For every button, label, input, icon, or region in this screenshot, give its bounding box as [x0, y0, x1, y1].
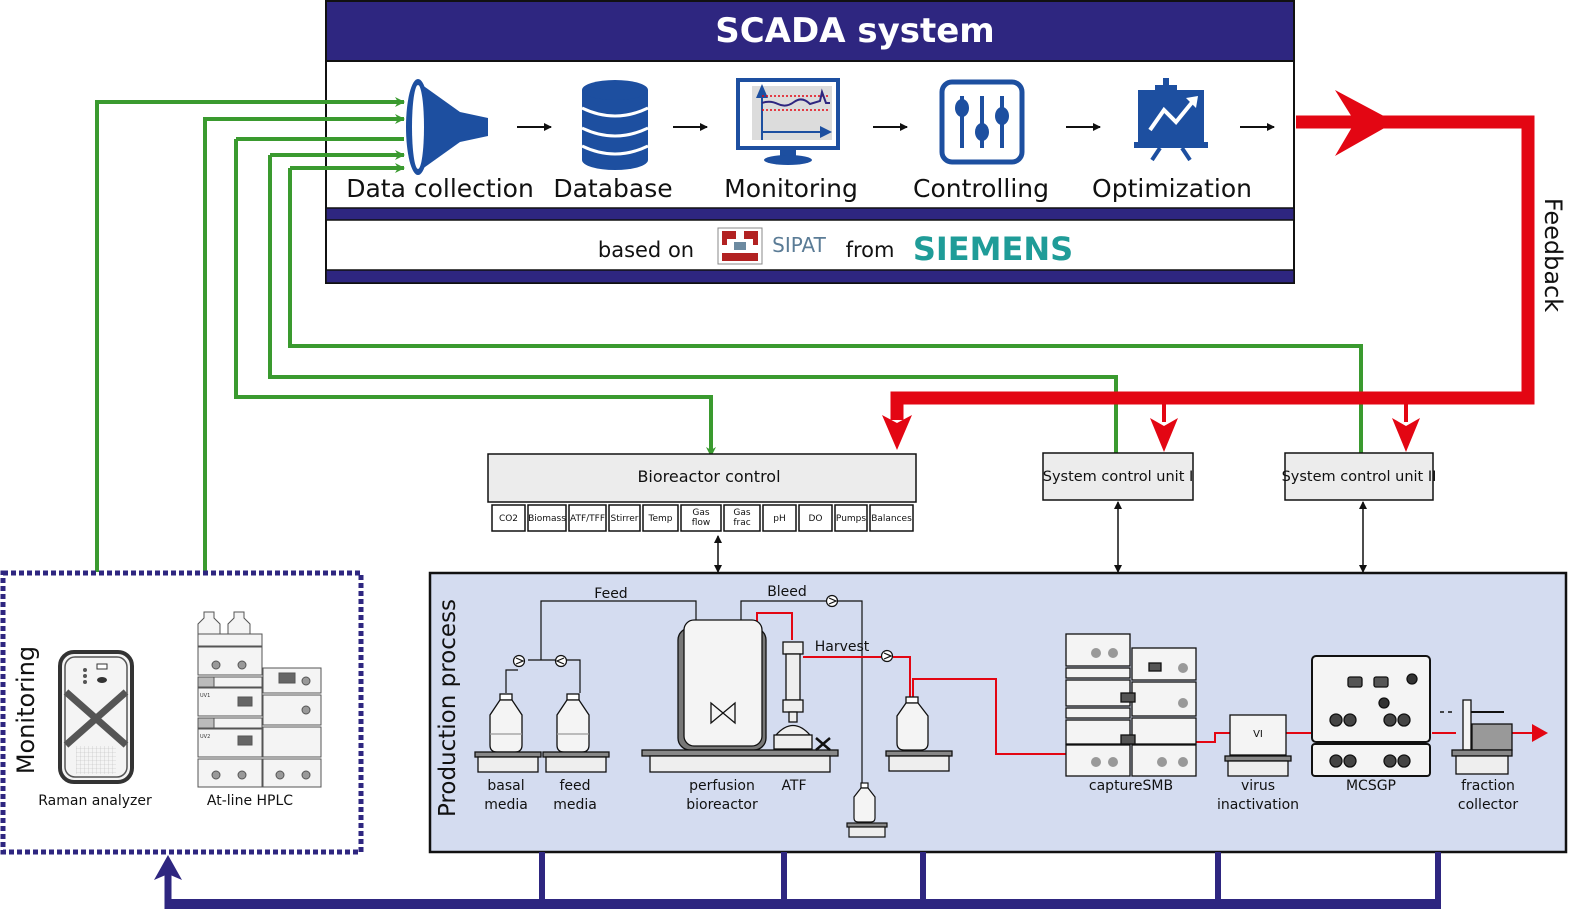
channel-label: Balances: [871, 514, 912, 524]
vi-label-1: virus: [1241, 778, 1275, 794]
basal-label-2: media: [484, 797, 528, 813]
fraction-label-1: fraction: [1461, 778, 1515, 794]
channel-label: Gas: [692, 508, 709, 518]
scada-footer-bar: [325, 269, 1295, 284]
hplc-uv1-label: UV1: [200, 693, 210, 699]
vi-box-label: VI: [1253, 729, 1263, 740]
channel-label: CO2: [499, 514, 518, 524]
channel-box[interactable]: ATF/TFF: [568, 504, 607, 532]
channel-label: ATF/TFF: [570, 514, 605, 524]
virus-inactivation-icon: VI: [1224, 714, 1292, 777]
channel-box[interactable]: Stirrer: [608, 504, 641, 532]
atf-label: ATF: [781, 778, 806, 794]
scada-title: SCADA system: [715, 11, 995, 51]
channel-box[interactable]: Pumps: [834, 504, 868, 532]
monitoring-title: Monitoring: [12, 646, 40, 774]
raman-analyzer-icon: [58, 650, 134, 784]
system-control-unit-1[interactable]: System control unit I: [1042, 452, 1194, 501]
mcsgp-label: MCSGP: [1346, 778, 1396, 794]
bioreactor-label-2: bioreactor: [686, 797, 758, 813]
step-label-optimization: Optimization: [1092, 174, 1252, 203]
production-process-panel: Production process Feed Bleed Harvest ba…: [428, 571, 1568, 854]
feed-media-label-2: media: [553, 797, 597, 813]
sipat-label: SIPAT: [772, 233, 827, 257]
channel-label: frac: [733, 518, 750, 528]
channel-box[interactable]: Balances: [869, 504, 914, 532]
bleed-label: Bleed: [767, 584, 807, 600]
siemens-label: SIEMENS: [913, 230, 1073, 268]
channel-box[interactable]: Gasflow: [680, 504, 722, 532]
scada-panel: SCADA system Data collection Database Mo…: [325, 0, 1295, 284]
channel-label: Biomass: [528, 514, 566, 524]
harvest-label: Harvest: [815, 639, 870, 655]
capture-smb-label: captureSMB: [1089, 778, 1173, 794]
step-label-data-collection: Data collection: [346, 174, 534, 203]
channel-label: flow: [692, 518, 711, 528]
process-diagram: SCADA system Data collection Database Mo…: [0, 0, 1568, 909]
fraction-label-2: collector: [1458, 797, 1518, 813]
step-label-database: Database: [553, 174, 672, 203]
channel-box[interactable]: pH: [762, 504, 797, 532]
step-label-monitoring: Monitoring: [724, 174, 858, 203]
feed-media-label-1: feed: [559, 778, 590, 794]
production-process-title: Production process: [435, 599, 461, 817]
channel-label: Gas: [733, 508, 750, 518]
channel-label: Stirrer: [610, 514, 638, 524]
channel-label: Pumps: [836, 514, 866, 524]
feed-label: Feed: [594, 586, 627, 602]
raman-label: Raman analyzer: [38, 793, 152, 809]
hplc-label: At-line HPLC: [207, 793, 293, 809]
channel-label: Temp: [648, 514, 673, 524]
channel-box[interactable]: Gasfrac: [723, 504, 761, 532]
sliders-icon: [939, 79, 1025, 165]
mcsgp-icon: [1311, 655, 1431, 777]
bioreactor-control-title: Bioreactor control: [637, 467, 780, 486]
bioreactor-label-1: perfusion: [689, 778, 755, 794]
channel-label: pH: [773, 514, 785, 524]
feedback-label: Feedback: [1539, 198, 1567, 312]
basal-label-1: basal: [487, 778, 524, 794]
bioreactor-control-box[interactable]: Bioreactor control CO2 Biomass ATF/TFF Stir…: [487, 453, 917, 532]
presentation-chart-icon: [1134, 78, 1208, 162]
step-label-controlling: Controlling: [913, 174, 1049, 203]
channel-label: DO: [808, 514, 822, 524]
hplc-uv2-label: UV2: [200, 734, 210, 740]
channel-box[interactable]: Biomass: [527, 504, 567, 532]
database-icon: [581, 80, 649, 170]
scada-divider-bar: [325, 207, 1295, 221]
channel-box[interactable]: CO2: [491, 504, 526, 532]
bioreactor-channel-list: CO2 Biomass ATF/TFF Stirrer TempGasflowGasfr…: [491, 504, 914, 532]
channel-box[interactable]: DO: [798, 504, 833, 532]
unit1-title: System control unit I: [1043, 469, 1194, 485]
system-control-unit-2[interactable]: System control unit II: [1282, 452, 1437, 501]
sipat-logo-icon: [717, 227, 763, 265]
channel-box[interactable]: Temp: [642, 504, 679, 532]
based-on-label: based on: [598, 238, 694, 262]
unit2-title: System control unit II: [1282, 469, 1437, 485]
vi-label-2: inactivation: [1217, 797, 1299, 813]
from-label: from: [846, 238, 895, 262]
monitoring-panel: Monitoring Raman analyzer UV1 UV2 At-lin…: [0, 570, 364, 855]
monitoring-return-line: [154, 852, 1441, 909]
